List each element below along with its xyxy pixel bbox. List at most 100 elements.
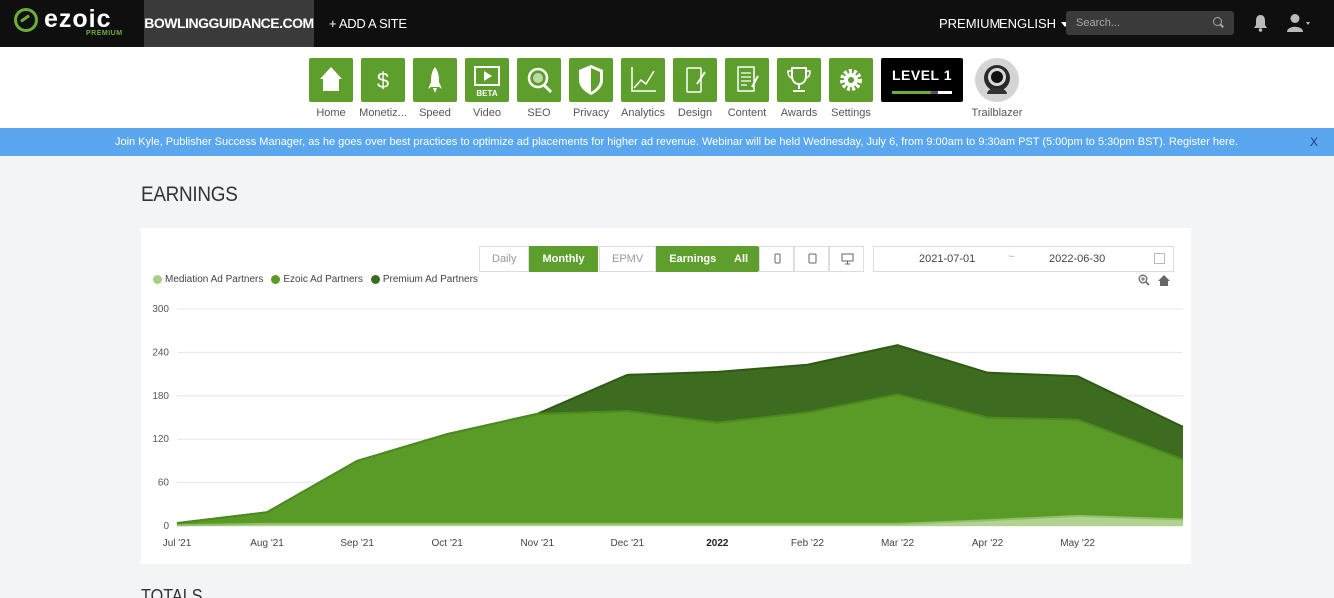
mobile-icon [808, 253, 817, 264]
tablet-icon [774, 253, 781, 264]
x-tick-label: Aug '21 [250, 538, 284, 549]
nav-monetization-label: Monetiz... [359, 107, 407, 119]
earnings-chart: 0 60 120 180 240 300 Jul '21 Aug '21 Sep '21 Oct … [152, 304, 1184, 549]
nav-speed-tile[interactable] [413, 58, 457, 102]
design-icon [686, 67, 706, 93]
nav-content-tile[interactable] [725, 58, 769, 102]
x-tick-label: Dec '21 [611, 538, 645, 549]
rocket-icon [428, 67, 442, 93]
webinar-banner: Join Kyle, Publisher Success Manager, as… [0, 128, 1334, 156]
monthly-button[interactable]: Monthly [529, 246, 598, 272]
magnifier-icon [527, 67, 553, 94]
search-icon[interactable] [1213, 17, 1222, 26]
level-badge[interactable]: LEVEL 1 [881, 58, 963, 102]
nav-monetization-tile[interactable]: $ [361, 58, 405, 102]
x-tick-label: 2022 [706, 538, 729, 549]
nav-video-tile[interactable]: BETA [465, 58, 509, 102]
level-progress-tip [938, 91, 952, 94]
nav-seo-label: SEO [527, 107, 551, 119]
shield-icon [579, 65, 603, 95]
y-tick-label: 300 [152, 304, 169, 315]
nav-home-label: Home [316, 107, 346, 119]
x-tick-label: Nov '21 [520, 538, 554, 549]
epmv-button[interactable]: EPMV [599, 246, 657, 272]
site-selector[interactable]: BOWLINGGUIDANCE.COM [144, 0, 314, 47]
level-label: LEVEL 1 [891, 67, 953, 83]
nav-design-label: Design [677, 107, 713, 119]
nav-analytics-tile[interactable] [621, 58, 665, 102]
svg-text:$: $ [377, 68, 389, 93]
tablet-button[interactable] [759, 246, 795, 272]
astronaut-icon [984, 65, 1010, 94]
gear-icon [840, 69, 862, 91]
x-tick-label: May '22 [1060, 538, 1095, 549]
video-icon: BETA [474, 66, 500, 98]
nav-design-tile[interactable] [673, 58, 717, 102]
bell-icon[interactable] [1253, 14, 1268, 32]
metric-toggle: EPMV Earnings [599, 246, 730, 272]
desktop-icon [841, 253, 854, 265]
totals-title: TOTALS [141, 586, 203, 598]
nav-privacy-label: Privacy [572, 107, 610, 119]
dollar-icon: $ [377, 68, 389, 93]
line-chart-icon [631, 67, 656, 92]
nav-video-label: Video [473, 107, 501, 119]
beta-badge: BETA [476, 89, 497, 98]
legend-ezoic[interactable]: Ezoic Ad Partners [271, 274, 363, 285]
legend-dot-premium [370, 275, 380, 284]
daily-button[interactable]: Daily [479, 246, 530, 272]
premium-link[interactable]: PREMIUM [939, 0, 1000, 47]
ezoic-logo[interactable]: ezoic PREMIUM [14, 5, 124, 40]
reset-zoom-home-icon[interactable] [1157, 274, 1171, 287]
legend-label-mediation: Mediation Ad Partners [165, 274, 264, 285]
legend-dot-ezoic [271, 275, 281, 284]
language-dropdown[interactable]: ENGLISH [999, 0, 1070, 47]
legend-premium[interactable]: Premium Ad Partners [370, 274, 478, 285]
earnings-title: EARNINGS [141, 183, 238, 206]
logo-premium-label: PREMIUM [86, 30, 123, 37]
nav-awards-label: Awards [780, 107, 818, 119]
register-link[interactable]: Register here. [1169, 136, 1238, 148]
legend-mediation[interactable]: Mediation Ad Partners [153, 274, 263, 285]
earnings-button[interactable]: Earnings [656, 246, 730, 272]
nav-speed-label: Speed [419, 107, 451, 119]
x-tick-label: Mar '22 [881, 538, 914, 549]
level-progress-fill [892, 91, 931, 94]
x-tick-label: Jul '21 [163, 538, 192, 549]
nav-awards-tile[interactable] [777, 58, 821, 102]
nav-home-tile[interactable] [309, 58, 353, 102]
banner-message: Join Kyle, Publisher Success Manager, as… [115, 128, 1238, 156]
nav-settings-label: Settings [831, 107, 871, 119]
calendar-icon[interactable] [1154, 253, 1165, 264]
desktop-button[interactable] [829, 246, 865, 272]
period-toggle: Daily Monthly [479, 246, 598, 272]
trailblazer-avatar[interactable] [975, 58, 1019, 102]
date-from[interactable]: 2021-07-01 [919, 253, 975, 265]
legend-label-ezoic: Ezoic Ad Partners [283, 274, 363, 285]
search-input[interactable] [1066, 11, 1234, 35]
user-icon[interactable] [1287, 13, 1311, 33]
banner-text: Join Kyle, Publisher Success Manager, as… [115, 136, 1166, 148]
date-to[interactable]: 2022-06-30 [1049, 253, 1105, 265]
trailblazer-label: Trailblazer [971, 107, 1023, 119]
feature-navbar: Home $ Monetiz... Speed BETA Video SEO P… [0, 47, 1334, 128]
language-label: ENGLISH [999, 16, 1057, 31]
banner-close-button[interactable]: X [1310, 128, 1318, 156]
level-progress-bar [892, 91, 952, 94]
x-tick-label: Sep '21 [340, 538, 374, 549]
nav-privacy-tile[interactable] [569, 58, 613, 102]
y-tick-label: 180 [152, 391, 169, 402]
y-tick-label: 120 [152, 434, 169, 445]
mobile-button[interactable] [794, 246, 830, 272]
zoom-in-icon[interactable] [1138, 274, 1150, 286]
top-bar: ezoic PREMIUM BOWLINGGUIDANCE.COM + ADD … [0, 0, 1334, 47]
date-range-picker[interactable]: 2021-07-01 ~ 2022-06-30 [873, 246, 1174, 272]
nav-analytics-label: Analytics [620, 107, 666, 119]
nav-content-label: Content [727, 107, 767, 119]
all-devices-button[interactable]: All [723, 246, 760, 272]
x-tick-label: Feb '22 [791, 538, 824, 549]
legend-dot-mediation [153, 275, 162, 284]
nav-seo-tile[interactable] [517, 58, 561, 102]
add-site-link[interactable]: + ADD A SITE [329, 0, 407, 47]
nav-settings-tile[interactable] [829, 58, 873, 102]
